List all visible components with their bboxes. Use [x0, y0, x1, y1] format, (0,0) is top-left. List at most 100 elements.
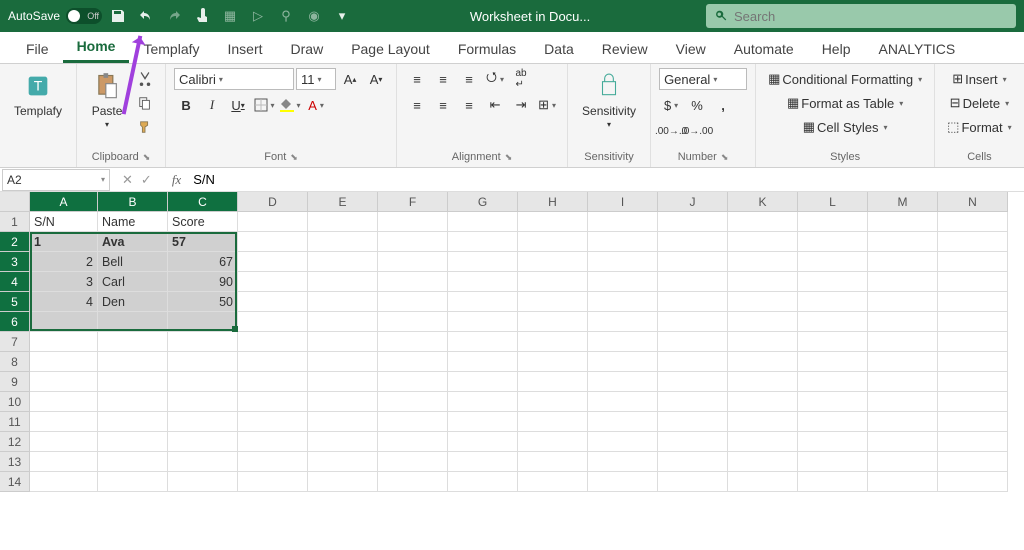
cell-F2[interactable] [378, 232, 448, 252]
cell-D12[interactable] [238, 432, 308, 452]
cell-F11[interactable] [378, 412, 448, 432]
cell-A8[interactable] [30, 352, 98, 372]
cell-J14[interactable] [658, 472, 728, 492]
cell-H14[interactable] [518, 472, 588, 492]
tab-review[interactable]: Review [588, 35, 662, 63]
cell-C9[interactable] [168, 372, 238, 392]
cell-F13[interactable] [378, 452, 448, 472]
cell-K7[interactable] [728, 332, 798, 352]
cell-C4[interactable]: 90 [168, 272, 238, 292]
cell-H2[interactable] [518, 232, 588, 252]
cell-I7[interactable] [588, 332, 658, 352]
cell-K9[interactable] [728, 372, 798, 392]
tab-templafy[interactable]: Templafy [129, 35, 213, 63]
tab-insert[interactable]: Insert [214, 35, 277, 63]
cell-L12[interactable] [798, 432, 868, 452]
row-head-4[interactable]: 4 [0, 272, 30, 292]
cell-K3[interactable] [728, 252, 798, 272]
name-box[interactable]: A2▾ [2, 169, 110, 191]
cell-F12[interactable] [378, 432, 448, 452]
row-head-13[interactable]: 13 [0, 452, 30, 472]
cell-L6[interactable] [798, 312, 868, 332]
col-head-D[interactable]: D [238, 192, 308, 212]
cell-G2[interactable] [448, 232, 518, 252]
cell-N13[interactable] [938, 452, 1008, 472]
cell-D8[interactable] [238, 352, 308, 372]
cell-K10[interactable] [728, 392, 798, 412]
row-head-10[interactable]: 10 [0, 392, 30, 412]
cell-B6[interactable] [98, 312, 168, 332]
cell-L7[interactable] [798, 332, 868, 352]
cell-M12[interactable] [868, 432, 938, 452]
tab-view[interactable]: View [662, 35, 720, 63]
cell-I6[interactable] [588, 312, 658, 332]
col-head-C[interactable]: C [168, 192, 238, 212]
conditional-formatting-button[interactable]: ▦ Conditional Formatting [764, 68, 926, 90]
shrink-font-button[interactable]: A▾ [364, 68, 388, 90]
cell-F6[interactable] [378, 312, 448, 332]
row-head-8[interactable]: 8 [0, 352, 30, 372]
cell-B3[interactable]: Bell [98, 252, 168, 272]
cell-N5[interactable] [938, 292, 1008, 312]
autosave-toggle[interactable]: Off [66, 8, 102, 24]
font-color-button[interactable]: A [304, 94, 328, 116]
italic-button[interactable]: I [200, 94, 224, 116]
clipboard-launcher[interactable]: ⬊ [143, 152, 151, 163]
cell-E11[interactable] [308, 412, 378, 432]
cell-J10[interactable] [658, 392, 728, 412]
cell-H4[interactable] [518, 272, 588, 292]
cell-M8[interactable] [868, 352, 938, 372]
redo-icon[interactable] [162, 4, 186, 28]
cell-N6[interactable] [938, 312, 1008, 332]
cell-N11[interactable] [938, 412, 1008, 432]
cell-J1[interactable] [658, 212, 728, 232]
col-head-B[interactable]: B [98, 192, 168, 212]
cell-B12[interactable] [98, 432, 168, 452]
col-head-H[interactable]: H [518, 192, 588, 212]
cell-K12[interactable] [728, 432, 798, 452]
tab-analytics[interactable]: ANALYTICS [864, 35, 969, 63]
formula-input[interactable] [189, 172, 1024, 187]
align-middle-button[interactable]: ≡ [431, 68, 455, 90]
col-head-I[interactable]: I [588, 192, 658, 212]
align-right-button[interactable]: ≡ [457, 94, 481, 116]
cell-M1[interactable] [868, 212, 938, 232]
cell-B9[interactable] [98, 372, 168, 392]
cell-N14[interactable] [938, 472, 1008, 492]
cell-J5[interactable] [658, 292, 728, 312]
cell-C10[interactable] [168, 392, 238, 412]
cell-N12[interactable] [938, 432, 1008, 452]
cell-M7[interactable] [868, 332, 938, 352]
wrap-text-button[interactable]: ab↵ [509, 68, 533, 90]
cell-E7[interactable] [308, 332, 378, 352]
col-head-K[interactable]: K [728, 192, 798, 212]
cell-D6[interactable] [238, 312, 308, 332]
cell-N3[interactable] [938, 252, 1008, 272]
cell-D13[interactable] [238, 452, 308, 472]
cell-L5[interactable] [798, 292, 868, 312]
cell-D5[interactable] [238, 292, 308, 312]
undo-icon[interactable] [134, 4, 158, 28]
cell-C13[interactable] [168, 452, 238, 472]
insert-button[interactable]: ⊞ Insert [943, 68, 1015, 90]
cell-N10[interactable] [938, 392, 1008, 412]
number-launcher[interactable]: ⬊ [721, 152, 729, 163]
cell-H12[interactable] [518, 432, 588, 452]
cell-G5[interactable] [448, 292, 518, 312]
tab-file[interactable]: File [12, 35, 63, 63]
cell-I1[interactable] [588, 212, 658, 232]
cell-N9[interactable] [938, 372, 1008, 392]
row-head-14[interactable]: 14 [0, 472, 30, 492]
col-head-A[interactable]: A [30, 192, 98, 212]
sensitivity-button[interactable]: Sensitivity▾ [576, 68, 642, 131]
align-center-button[interactable]: ≡ [431, 94, 455, 116]
cell-C12[interactable] [168, 432, 238, 452]
cell-A10[interactable] [30, 392, 98, 412]
cell-H6[interactable] [518, 312, 588, 332]
cell-J9[interactable] [658, 372, 728, 392]
row-head-11[interactable]: 11 [0, 412, 30, 432]
qat-more-icon[interactable]: ▾ [330, 4, 354, 28]
merge-button[interactable]: ⊞ [535, 94, 559, 116]
cell-N4[interactable] [938, 272, 1008, 292]
cell-L9[interactable] [798, 372, 868, 392]
